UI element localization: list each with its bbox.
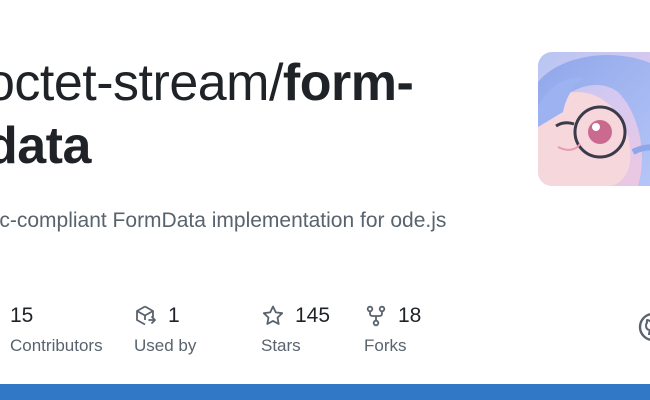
owner-avatar[interactable] — [538, 52, 650, 186]
repo-social-card: octet-stream/form-data pec-compliant For… — [0, 0, 650, 400]
forks-label: Forks — [364, 336, 407, 355]
repo-owner: octet-stream/ — [0, 54, 283, 112]
repo-stats: 15 Contributors 1 Used by 145 Stars 18 F… — [0, 300, 650, 370]
forks-count: 18 — [398, 304, 422, 327]
stat-forks[interactable]: 18 Forks — [364, 300, 421, 356]
repo-description: pec-compliant FormData implementation fo… — [0, 209, 447, 232]
contributors-count: 15 — [10, 304, 34, 327]
anime-avatar-icon — [538, 52, 650, 186]
repo-forked-icon — [364, 304, 388, 328]
stat-used-by[interactable]: 1 Used by — [134, 300, 196, 356]
stars-label: Stars — [261, 336, 301, 355]
used-by-label: Used by — [134, 336, 197, 355]
language-bar — [0, 384, 650, 400]
stat-contributors[interactable]: 15 Contributors — [10, 300, 103, 356]
repo-title[interactable]: octet-stream/form-data — [0, 52, 506, 178]
github-logo-icon — [638, 312, 650, 342]
star-icon — [261, 304, 285, 328]
package-dependents-icon — [134, 304, 158, 328]
stat-stars[interactable]: 145 Stars — [261, 300, 330, 356]
used-by-count: 1 — [168, 304, 180, 327]
contributors-label: Contributors — [10, 336, 103, 355]
stars-count: 145 — [295, 304, 331, 327]
